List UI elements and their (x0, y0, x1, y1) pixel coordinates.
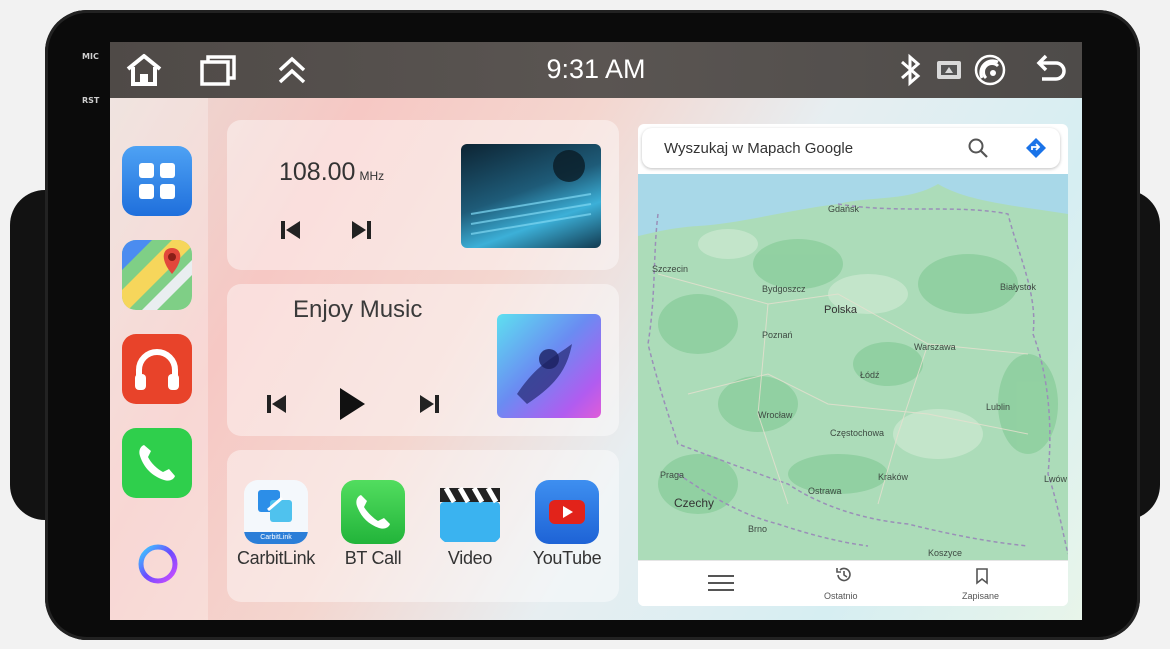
map-label-ostrawa: Ostrawa (808, 486, 842, 496)
nav-saved[interactable]: Zapisane (962, 591, 999, 601)
music-card[interactable]: Enjoy Music (227, 284, 619, 436)
bt-call-icon (341, 480, 405, 544)
wireless-carplay-icon (972, 52, 1008, 93)
app-label: Video (447, 548, 493, 568)
maps-icon (122, 240, 192, 310)
app-video[interactable]: Video (429, 480, 511, 569)
radio-artwork (461, 144, 601, 248)
map-label-bialystok: Białystok (1000, 282, 1037, 292)
search-icon[interactable] (966, 136, 990, 165)
map-label-lodz: Łódź (860, 370, 880, 380)
music-artwork (497, 314, 601, 418)
map-label-lublin: Lublin (986, 402, 1011, 412)
app-carbitlink[interactable]: CarbitLink CarbitLink (235, 480, 317, 569)
radio-card[interactable]: 108.00 MHz (227, 120, 619, 270)
radio-previous-button[interactable] (279, 218, 303, 247)
headphones-icon (135, 349, 179, 390)
radio-frequency: 108.00 MHz (279, 158, 384, 187)
carbitlink-badge: CarbitLink (244, 532, 308, 544)
map-label-brno: Brno (748, 524, 768, 534)
map-label-praga: Praga (660, 470, 685, 480)
dock-app-grid[interactable] (122, 146, 192, 216)
screen-mirror-icon (934, 52, 964, 93)
maps-search-input[interactable]: Wyszukaj w Mapach Google (664, 140, 853, 157)
app-label: BT Call (344, 548, 402, 568)
map-label-krakow: Kraków (878, 472, 909, 482)
maps-search-bar[interactable]: Wyszukaj w Mapach Google (642, 128, 1060, 168)
map-label-gdansk: Gdańsk (828, 204, 860, 214)
frequency-unit: MHz (359, 169, 385, 183)
phone-icon (139, 445, 175, 481)
mic-label: MIC (82, 52, 99, 61)
dock-app-phone[interactable] (122, 428, 192, 498)
bookmark-icon[interactable] (974, 567, 990, 590)
apps-card: CarbitLink CarbitLink BT Call Video YouT… (227, 450, 619, 602)
map-label-wroclaw: Wrocław (758, 410, 793, 420)
app-dock (110, 98, 208, 620)
map-label-czestochowa: Częstochowa (830, 428, 885, 438)
map-label-lwow: Lwów (1044, 474, 1068, 484)
map-label-bydgoszcz: Bydgoszcz (762, 284, 806, 294)
map-view[interactable]: Gdańsk Szczecin Bydgoszcz Polska Poznań … (638, 174, 1068, 560)
dock-app-maps[interactable] (122, 240, 192, 310)
map-label-szczecin: Szczecin (652, 264, 689, 274)
carbitlink-icon: CarbitLink (244, 480, 308, 544)
google-maps-widget[interactable]: Wyszukaj w Mapach Google Gdańsk Szczecin… (638, 124, 1068, 606)
app-label: CarbitLink (236, 548, 316, 568)
map-label-polska: Polska (824, 304, 858, 316)
maps-bottom-nav: Ostatnio Zapisane (638, 560, 1068, 606)
menu-icon[interactable] (706, 571, 736, 600)
clapperboard-icon (438, 480, 502, 544)
map-label-poznan: Poznań (762, 330, 793, 340)
music-previous-button[interactable] (265, 392, 289, 421)
map-label-warszawa: Warszawa (914, 342, 956, 352)
map-label-koszyce: Koszyce (928, 548, 963, 558)
music-title: Enjoy Music (293, 296, 423, 323)
radio-next-button[interactable] (349, 218, 373, 247)
app-label: YouTube (532, 548, 602, 568)
youtube-icon (535, 480, 599, 544)
head-unit-screen: 9:31 AM 108.00 MHz Enjoy Music CarbitLin… (110, 42, 1082, 620)
nav-recent[interactable]: Ostatnio (824, 591, 858, 601)
app-bt-call[interactable]: BT Call (332, 480, 414, 569)
status-bar: 9:31 AM (110, 42, 1082, 98)
dock-app-music[interactable] (122, 334, 192, 404)
frequency-value: 108.00 (279, 158, 356, 186)
history-icon[interactable] (834, 565, 854, 590)
app-youtube[interactable]: YouTube (526, 480, 608, 569)
map-label-czechy: Czechy (674, 496, 715, 510)
app-grid-icon (139, 163, 175, 199)
reset-button[interactable]: RST (82, 96, 99, 105)
music-next-button[interactable] (417, 392, 441, 421)
back-icon[interactable] (1030, 52, 1070, 93)
music-play-button[interactable] (337, 386, 367, 427)
voice-assistant-icon[interactable] (136, 542, 180, 591)
bluetooth-icon (896, 52, 926, 93)
directions-icon[interactable] (1024, 136, 1048, 165)
